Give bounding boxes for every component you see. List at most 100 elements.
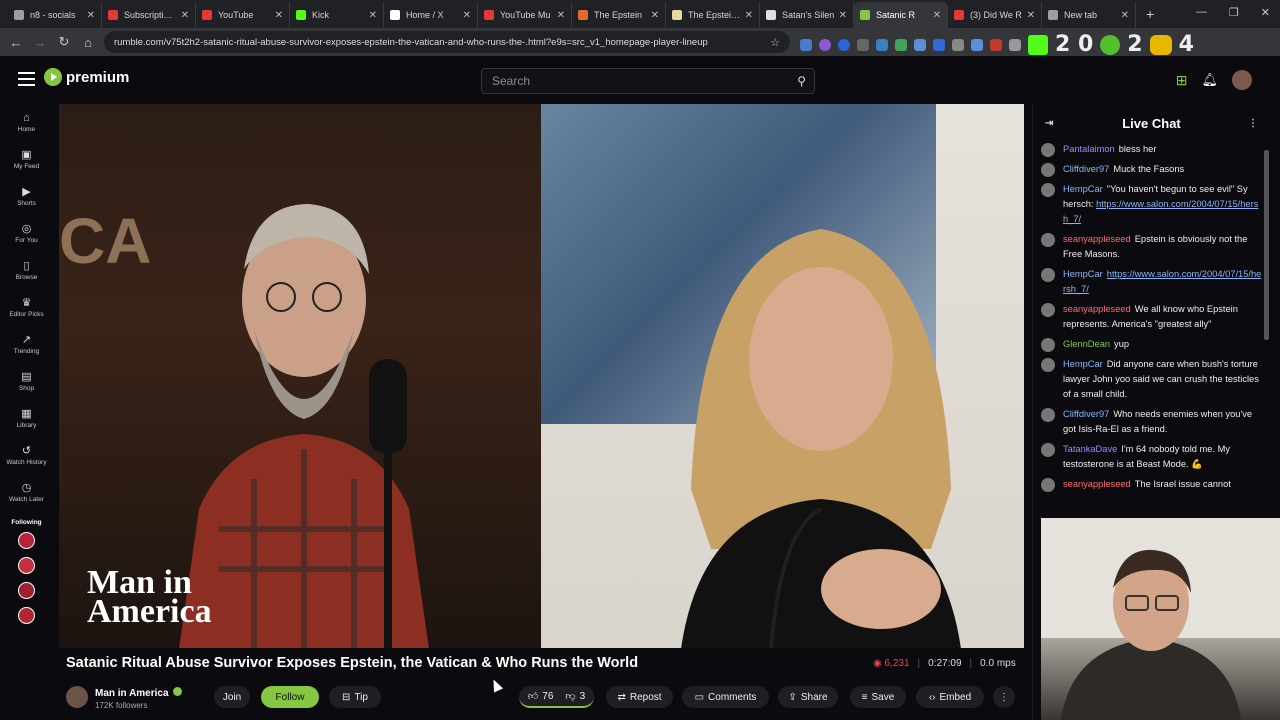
chat-user-avatar[interactable] xyxy=(1041,268,1055,282)
following-avatar[interactable] xyxy=(18,607,35,624)
bell-icon[interactable]: 🔔︎ xyxy=(1201,72,1218,88)
extension-icon[interactable] xyxy=(990,38,1002,51)
extension-icon[interactable] xyxy=(876,38,888,51)
sidebar-item[interactable]: ◷ Watch Later xyxy=(0,474,53,511)
close-tab-icon[interactable]: ✕ xyxy=(933,10,941,21)
back-icon[interactable]: ← xyxy=(4,35,28,50)
browser-home-icon[interactable]: ⌂ xyxy=(76,35,100,50)
close-window-icon[interactable]: ✕ xyxy=(1261,6,1270,19)
close-tab-icon[interactable]: ✕ xyxy=(651,10,659,21)
upload-icon[interactable]: ⊞ xyxy=(1176,72,1188,89)
chat-username[interactable]: seanyappleseed xyxy=(1063,304,1131,314)
video-player[interactable]: CA Man in America xyxy=(59,104,1024,648)
browser-tab[interactable]: Satanic R ✕ xyxy=(854,2,948,28)
chat-username[interactable]: Cliffdiver97 xyxy=(1063,409,1109,419)
chat-user-avatar[interactable] xyxy=(1041,163,1055,177)
browser-tab[interactable]: Subscriptions ✕ xyxy=(102,2,196,28)
close-tab-icon[interactable]: ✕ xyxy=(369,10,377,21)
menu-icon[interactable] xyxy=(18,72,35,90)
extension-icon[interactable] xyxy=(914,38,926,51)
chat-username[interactable]: TatankaDave xyxy=(1063,444,1117,454)
sidebar-item[interactable]: ♛ Editor Picks xyxy=(0,289,53,326)
close-tab-icon[interactable]: ✕ xyxy=(745,10,753,21)
browser-tab[interactable]: Kick ✕ xyxy=(290,2,384,28)
sidebar-item[interactable]: ◎ For You xyxy=(0,215,53,252)
avatar[interactable] xyxy=(1232,70,1252,90)
extension-icon[interactable] xyxy=(895,38,907,51)
rumble-logo[interactable]: premium xyxy=(44,68,129,86)
thumbs-up-icon[interactable]: 👍︎ xyxy=(528,690,538,702)
extension-icon[interactable] xyxy=(800,38,812,51)
join-button[interactable]: Join xyxy=(214,686,250,708)
new-tab-icon[interactable]: + xyxy=(1146,6,1154,22)
channel-name[interactable]: Man in America xyxy=(95,688,169,699)
restore-icon[interactable]: ❐ xyxy=(1229,6,1239,19)
sidebar-item[interactable]: ▯ Browse xyxy=(0,252,53,289)
browser-tab[interactable]: The Epstein ✕ xyxy=(572,2,666,28)
extension-icon[interactable] xyxy=(857,38,869,51)
browser-tab[interactable]: YouTube Mu ✕ xyxy=(478,2,572,28)
following-avatar[interactable] xyxy=(18,557,35,574)
sidebar-item[interactable]: ↺ Watch History xyxy=(0,437,53,474)
extension-icon[interactable] xyxy=(971,38,983,51)
face-extension-icon[interactable] xyxy=(1149,34,1172,55)
chat-user-avatar[interactable] xyxy=(1041,478,1055,492)
chat-options-icon[interactable]: ⋮ xyxy=(1248,118,1258,129)
chat-username[interactable]: HempCar xyxy=(1063,269,1103,279)
close-tab-icon[interactable]: ✕ xyxy=(839,10,847,21)
chat-username[interactable]: GlennDean xyxy=(1063,339,1110,349)
channel-avatar[interactable] xyxy=(66,685,88,708)
chat-user-avatar[interactable] xyxy=(1041,233,1055,247)
sidebar-item[interactable]: ▦ Library xyxy=(0,400,53,437)
browser-tab[interactable]: New tab ✕ xyxy=(1042,2,1136,28)
close-tab-icon[interactable]: ✕ xyxy=(275,10,283,21)
close-tab-icon[interactable]: ✕ xyxy=(1121,10,1129,21)
browser-tab[interactable]: YouTube ✕ xyxy=(196,2,290,28)
repost-button[interactable]: ⇄ Repost xyxy=(606,686,673,708)
embed-button[interactable]: ‹› Embed xyxy=(916,686,984,708)
browser-tab[interactable]: n8 - socials ✕ xyxy=(8,2,102,28)
url-field[interactable]: rumble.com/v75t2h2-satanic-ritual-abuse-… xyxy=(104,31,790,53)
minimize-icon[interactable]: — xyxy=(1196,6,1207,19)
extension-icon[interactable] xyxy=(819,38,831,51)
chat-username[interactable]: Pantalaimon xyxy=(1063,144,1115,154)
chat-scrollbar[interactable] xyxy=(1262,142,1270,342)
chat-user-avatar[interactable] xyxy=(1041,303,1055,317)
sidebar-item[interactable]: ▤ Shop xyxy=(0,363,53,400)
chat-username[interactable]: HempCar xyxy=(1063,184,1103,194)
sidebar-item[interactable]: ↗ Trending xyxy=(0,326,53,363)
chat-user-avatar[interactable] xyxy=(1041,143,1055,157)
tip-button[interactable]: ⊟ Tip xyxy=(329,686,381,708)
extension-icon[interactable] xyxy=(1009,38,1021,51)
play-extension-icon[interactable] xyxy=(1100,34,1121,55)
sidebar-item[interactable]: ▣ My Feed xyxy=(0,141,53,178)
browser-tab[interactable]: Home / X ✕ xyxy=(384,2,478,28)
extension-icon[interactable] xyxy=(952,38,964,51)
chat-user-avatar[interactable] xyxy=(1041,358,1055,372)
close-tab-icon[interactable]: ✕ xyxy=(181,10,189,21)
chat-user-avatar[interactable] xyxy=(1041,183,1055,197)
extension-icon[interactable] xyxy=(933,38,945,51)
browser-tab[interactable]: (3) Did We R ✕ xyxy=(948,2,1042,28)
chat-user-avatar[interactable] xyxy=(1041,338,1055,352)
forward-icon[interactable]: → xyxy=(28,35,52,50)
reload-icon[interactable]: ↻ xyxy=(52,34,76,50)
chat-user-avatar[interactable] xyxy=(1041,443,1055,457)
chat-username[interactable]: HempCar xyxy=(1063,359,1103,369)
save-button[interactable]: ≡ Save xyxy=(850,686,906,708)
chat-username[interactable]: seanyappleseed xyxy=(1063,479,1131,489)
sidebar-item[interactable]: ⌂ Home xyxy=(0,104,53,141)
following-avatar[interactable] xyxy=(18,532,35,549)
following-avatar[interactable] xyxy=(18,582,35,599)
collapse-chat-icon[interactable]: ⇥ xyxy=(1045,118,1053,129)
search-input[interactable]: Search ⚲ xyxy=(481,68,815,94)
share-button[interactable]: ⇪ Share xyxy=(778,686,838,708)
chat-username[interactable]: seanyappleseed xyxy=(1063,234,1131,244)
follow-button[interactable]: Follow xyxy=(261,686,319,708)
comments-button[interactable]: ▭ Comments xyxy=(682,686,769,708)
search-icon[interactable]: ⚲ xyxy=(797,74,806,88)
close-tab-icon[interactable]: ✕ xyxy=(87,10,95,21)
browser-tab[interactable]: Satan's Silen ✕ xyxy=(760,2,854,28)
chat-user-avatar[interactable] xyxy=(1041,408,1055,422)
chat-username[interactable]: Cliffdiver97 xyxy=(1063,164,1109,174)
